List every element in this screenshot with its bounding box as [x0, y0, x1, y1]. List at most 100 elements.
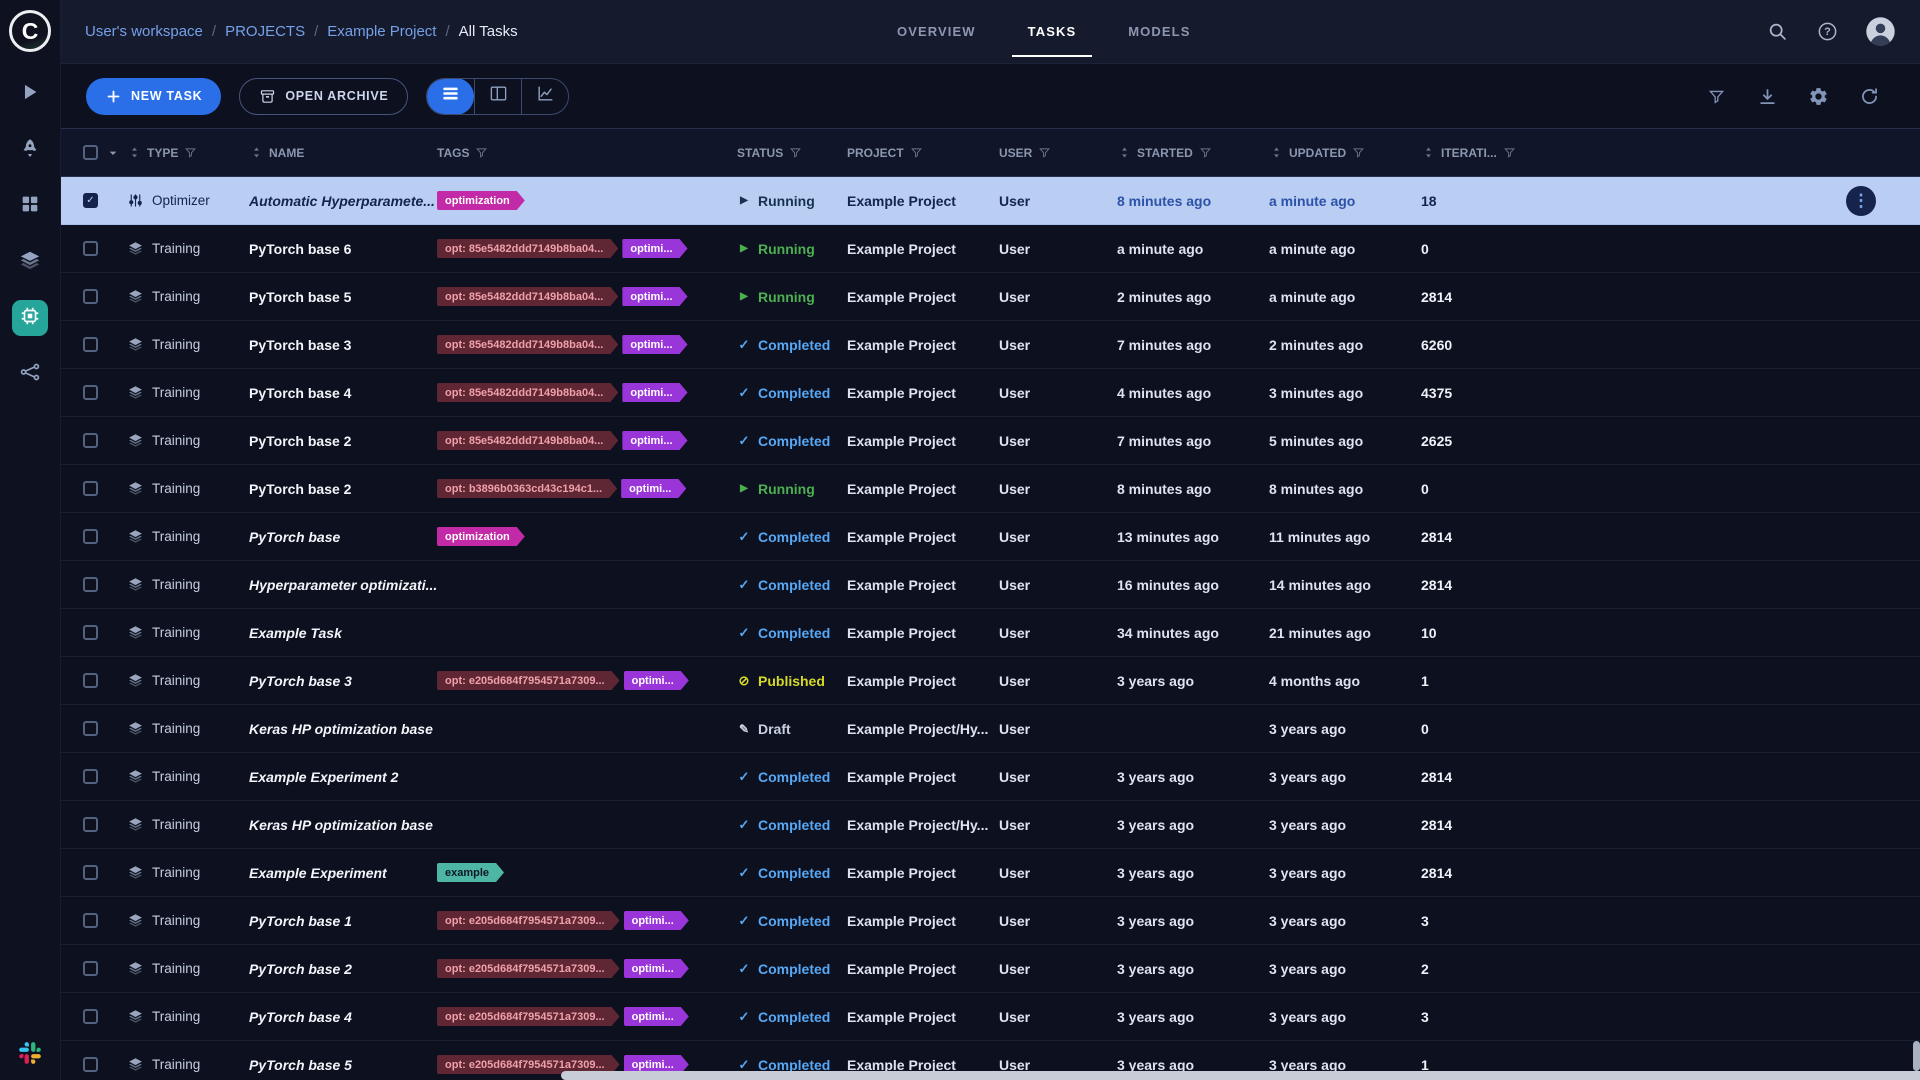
task-tag[interactable]: optimization: [437, 527, 525, 546]
column-header-status[interactable]: STATUS: [737, 145, 847, 160]
task-name[interactable]: PyTorch base 2: [249, 961, 437, 977]
tab-overview[interactable]: OVERVIEW: [871, 0, 1002, 63]
task-name[interactable]: PyTorch base 4: [249, 1009, 437, 1025]
row-checkbox[interactable]: [83, 1057, 98, 1072]
task-tag[interactable]: opt: 85e5482ddd7149b8ba04...: [437, 383, 618, 402]
task-tag[interactable]: example: [437, 863, 504, 882]
task-name[interactable]: Keras HP optimization base: [249, 817, 437, 833]
row-checkbox[interactable]: [83, 817, 98, 832]
sidebar-item-datasets[interactable]: [12, 188, 48, 224]
row-checkbox[interactable]: [83, 481, 98, 496]
breadcrumb-item[interactable]: User's workspace: [85, 23, 203, 40]
task-row[interactable]: TrainingPyTorch base 4opt: 85e5482ddd714…: [61, 369, 1920, 417]
task-row[interactable]: TrainingPyTorch base 6opt: 85e5482ddd714…: [61, 225, 1920, 273]
task-row[interactable]: TrainingPyTorch base 2opt: b3896b0363cd4…: [61, 465, 1920, 513]
task-tag[interactable]: opt: e205d684f7954571a7309...: [437, 1007, 620, 1026]
task-name[interactable]: PyTorch base 5: [249, 1057, 437, 1073]
tab-models[interactable]: MODELS: [1102, 0, 1216, 63]
task-tag[interactable]: opt: 85e5482ddd7149b8ba04...: [437, 431, 618, 450]
sidebar-item-projects[interactable]: [12, 76, 48, 112]
sidebar-item-pipelines[interactable]: [12, 132, 48, 168]
horizontal-scrollbar[interactable]: [561, 1071, 1920, 1080]
row-menu-button[interactable]: ⋮: [1846, 186, 1876, 216]
task-tag[interactable]: optimi...: [624, 671, 689, 690]
column-header-started[interactable]: STARTED: [1117, 145, 1269, 160]
new-task-button[interactable]: NEW TASK: [86, 78, 221, 115]
vertical-scrollbar[interactable]: [1913, 1041, 1920, 1071]
task-tag[interactable]: optimi...: [622, 383, 687, 402]
column-header-type[interactable]: TYPE: [117, 145, 249, 160]
task-row[interactable]: TrainingPyTorch base 5opt: 85e5482ddd714…: [61, 273, 1920, 321]
task-name[interactable]: Example Experiment 2: [249, 769, 437, 785]
row-checkbox[interactable]: [83, 961, 98, 976]
clearml-logo[interactable]: C: [9, 10, 51, 52]
row-checkbox[interactable]: [83, 721, 98, 736]
row-checkbox[interactable]: [83, 1009, 98, 1024]
task-row[interactable]: TrainingPyTorch base 2opt: 85e5482ddd714…: [61, 417, 1920, 465]
task-row[interactable]: TrainingPyTorch base 3opt: 85e5482ddd714…: [61, 321, 1920, 369]
filter-button[interactable]: [1704, 84, 1728, 108]
task-tag[interactable]: opt: 85e5482ddd7149b8ba04...: [437, 335, 618, 354]
row-checkbox[interactable]: [83, 337, 98, 352]
task-tag[interactable]: opt: e205d684f7954571a7309...: [437, 911, 620, 930]
task-name[interactable]: PyTorch base 5: [249, 289, 437, 305]
task-row[interactable]: TrainingPyTorch base 3opt: e205d684f7954…: [61, 657, 1920, 705]
row-checkbox[interactable]: ✓: [83, 193, 98, 208]
search-button[interactable]: [1765, 20, 1789, 44]
chart-view-button[interactable]: [521, 78, 568, 115]
task-row[interactable]: TrainingPyTorch base 2opt: e205d684f7954…: [61, 945, 1920, 993]
task-tag[interactable]: opt: b3896b0363cd43c194c1...: [437, 479, 617, 498]
task-row[interactable]: TrainingPyTorch base 1opt: e205d684f7954…: [61, 897, 1920, 945]
task-name[interactable]: Example Task: [249, 625, 437, 641]
row-checkbox[interactable]: [83, 577, 98, 592]
row-checkbox[interactable]: [83, 625, 98, 640]
column-header-iterations[interactable]: ITERATI...: [1421, 145, 1516, 160]
sidebar-item-reports[interactable]: [12, 244, 48, 280]
task-row[interactable]: TrainingExample Experiment 2✓CompletedEx…: [61, 753, 1920, 801]
task-row[interactable]: TrainingExample Experimentexample✓Comple…: [61, 849, 1920, 897]
row-checkbox[interactable]: [83, 913, 98, 928]
task-tag[interactable]: optimi...: [622, 287, 687, 306]
row-checkbox[interactable]: [83, 433, 98, 448]
breadcrumb-item[interactable]: Example Project: [327, 23, 436, 40]
task-tag[interactable]: optimi...: [624, 959, 689, 978]
column-header-updated[interactable]: UPDATED: [1269, 145, 1421, 160]
task-tag[interactable]: opt: e205d684f7954571a7309...: [437, 959, 620, 978]
breadcrumb-item[interactable]: PROJECTS: [225, 23, 305, 40]
row-checkbox[interactable]: [83, 769, 98, 784]
task-name[interactable]: PyTorch base 2: [249, 481, 437, 497]
task-tag[interactable]: optimi...: [624, 911, 689, 930]
split-view-button[interactable]: [474, 78, 521, 115]
row-checkbox[interactable]: [83, 529, 98, 544]
download-button[interactable]: [1755, 84, 1779, 108]
row-checkbox[interactable]: [83, 385, 98, 400]
slack-icon[interactable]: [17, 1040, 43, 1066]
column-header-name[interactable]: NAME: [249, 145, 437, 160]
column-header-tags[interactable]: TAGS: [437, 145, 737, 160]
task-tag[interactable]: opt: e205d684f7954571a7309...: [437, 671, 620, 690]
column-header-user[interactable]: USER: [999, 145, 1117, 160]
task-name[interactable]: Keras HP optimization base: [249, 721, 437, 737]
task-row[interactable]: TrainingKeras HP optimization base✎Draft…: [61, 705, 1920, 753]
sidebar-item-queues[interactable]: [12, 356, 48, 392]
task-name[interactable]: Automatic Hyperparamete...: [249, 193, 437, 209]
task-name[interactable]: PyTorch base 2: [249, 433, 437, 449]
task-row[interactable]: TrainingPyTorch base 4opt: e205d684f7954…: [61, 993, 1920, 1041]
task-tag[interactable]: optimi...: [621, 479, 686, 498]
task-tag[interactable]: opt: 85e5482ddd7149b8ba04...: [437, 287, 618, 306]
open-archive-button[interactable]: OPEN ARCHIVE: [239, 78, 408, 115]
task-row[interactable]: ✓OptimizerAutomatic Hyperparamete...opti…: [61, 177, 1920, 225]
task-tag[interactable]: optimi...: [624, 1007, 689, 1026]
task-tag[interactable]: optimi...: [622, 431, 687, 450]
task-name[interactable]: PyTorch base 6: [249, 241, 437, 257]
task-row[interactable]: TrainingHyperparameter optimizati...✓Com…: [61, 561, 1920, 609]
task-tag[interactable]: optimi...: [622, 335, 687, 354]
task-name[interactable]: PyTorch base 3: [249, 337, 437, 353]
row-checkbox[interactable]: [83, 865, 98, 880]
task-name[interactable]: PyTorch base 1: [249, 913, 437, 929]
task-tag[interactable]: optimi...: [622, 239, 687, 258]
refresh-button[interactable]: [1857, 84, 1881, 108]
column-header-project[interactable]: PROJECT: [847, 145, 999, 160]
avatar-button[interactable]: [1865, 16, 1896, 47]
settings-button[interactable]: [1806, 84, 1830, 108]
